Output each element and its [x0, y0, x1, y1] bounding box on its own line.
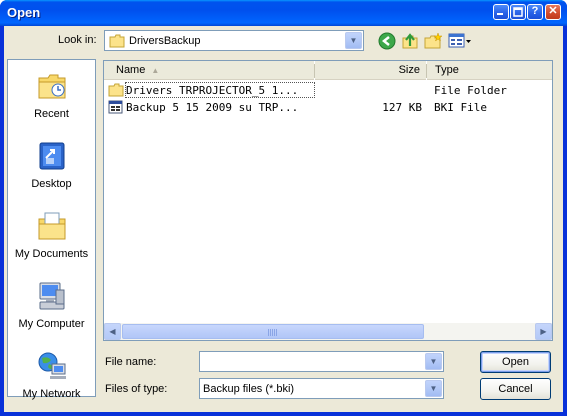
scrollbar-thumb[interactable] [122, 324, 424, 339]
chevron-right-icon: ▶ [540, 327, 547, 336]
places-bar: Recent Desktop My Documents My Computer … [7, 59, 96, 400]
file-name: Drivers TRPROJECTOR_5 1... [126, 84, 299, 97]
look-in-value: DriversBackup [129, 35, 201, 47]
my-computer-icon [39, 282, 64, 310]
new-folder-icon[interactable] [424, 32, 442, 50]
close-icon: ✕ [548, 5, 558, 17]
files-of-type-dropdown-button[interactable]: ▼ [425, 380, 442, 397]
files-of-type-combo[interactable]: Backup files (*.bki) ▼ [199, 378, 444, 399]
chevron-down-icon: ▼ [429, 357, 438, 366]
scroll-left-button[interactable]: ◀ [104, 323, 121, 340]
place-label: My Network [22, 388, 81, 400]
file-size: 127 KB [382, 101, 422, 114]
maximize-icon [513, 7, 523, 17]
place-desktop[interactable]: Desktop [8, 140, 95, 190]
views-menu-icon[interactable] [448, 32, 472, 50]
files-of-type-label: Files of type: [105, 383, 168, 395]
minimize-button[interactable] [493, 4, 509, 20]
look-in-label: Look in: [58, 34, 97, 46]
folder-icon [109, 34, 125, 48]
column-header-size[interactable]: Size [315, 61, 426, 80]
place-recent[interactable]: Recent [8, 70, 95, 120]
up-folder-icon[interactable] [401, 32, 419, 50]
file-row[interactable]: Drivers TRPROJECTOR_5 1... File Folder [104, 82, 552, 99]
open-button[interactable]: Open [480, 351, 551, 373]
column-header-name[interactable]: Name ▲ [104, 61, 314, 80]
folder-icon [108, 83, 124, 97]
column-header-label: Size [398, 64, 420, 76]
cancel-button[interactable]: Cancel [480, 378, 551, 400]
file-name-combo[interactable]: ▼ [199, 351, 444, 372]
place-my-network[interactable]: My Network [8, 350, 95, 400]
place-label: Recent [34, 108, 69, 120]
column-header-label: Name [116, 64, 146, 76]
scroll-right-button[interactable]: ▶ [535, 323, 552, 340]
recent-documents-icon [38, 74, 65, 99]
chevron-left-icon: ◀ [109, 327, 116, 336]
column-header-type[interactable]: Type [427, 61, 552, 80]
cancel-button-label: Cancel [498, 383, 533, 395]
place-label: My Documents [14, 248, 89, 260]
bki-file-icon [108, 100, 123, 114]
look-in-dropdown-button[interactable]: ▼ [345, 32, 362, 49]
file-type: BKI File [434, 101, 487, 114]
dialog-client-area: Look in: DriversBackup ▼ Recent Desktop … [4, 26, 563, 412]
place-my-documents[interactable]: My Documents [8, 210, 95, 260]
place-label: Desktop [31, 178, 72, 190]
grip-icon [268, 329, 278, 336]
help-button[interactable]: ? [527, 4, 543, 20]
chevron-down-icon: ▼ [349, 36, 358, 45]
place-label: My Computer [18, 318, 85, 330]
column-header-label: Type [435, 64, 459, 76]
maximize-button[interactable] [510, 4, 526, 20]
look-in-combo[interactable]: DriversBackup ▼ [104, 30, 364, 51]
my-network-icon [38, 352, 66, 379]
sort-ascending-icon: ▲ [151, 66, 160, 75]
open-button-label: Open [502, 356, 529, 368]
open-dialog-window: Open ? ✕ Look in: DriversBackup ▼ Recent… [0, 0, 567, 416]
minimize-icon [497, 13, 503, 15]
window-title: Open [7, 5, 41, 20]
place-my-computer[interactable]: My Computer [8, 280, 95, 330]
horizontal-scrollbar[interactable]: ◀ ▶ [104, 323, 552, 340]
file-type: File Folder [434, 84, 507, 97]
file-name-label: File name: [105, 356, 157, 368]
file-name: Backup 5 15 2009 su TRP... [126, 101, 299, 114]
back-icon[interactable] [378, 32, 396, 50]
desktop-icon [39, 142, 64, 170]
files-of-type-value: Backup files (*.bki) [203, 383, 295, 395]
file-list-view[interactable]: Name ▲ Size Type Drivers TRPROJECTOR_5 1.… [103, 60, 553, 341]
file-name-dropdown-button[interactable]: ▼ [425, 353, 442, 370]
my-documents-icon [38, 212, 65, 240]
help-icon: ? [531, 5, 539, 17]
close-button[interactable]: ✕ [545, 4, 561, 20]
title-bar[interactable]: Open ? ✕ [0, 0, 567, 26]
file-row[interactable]: Backup 5 15 2009 su TRP... 127 KB BKI Fi… [104, 99, 552, 116]
chevron-down-icon: ▼ [429, 384, 438, 393]
